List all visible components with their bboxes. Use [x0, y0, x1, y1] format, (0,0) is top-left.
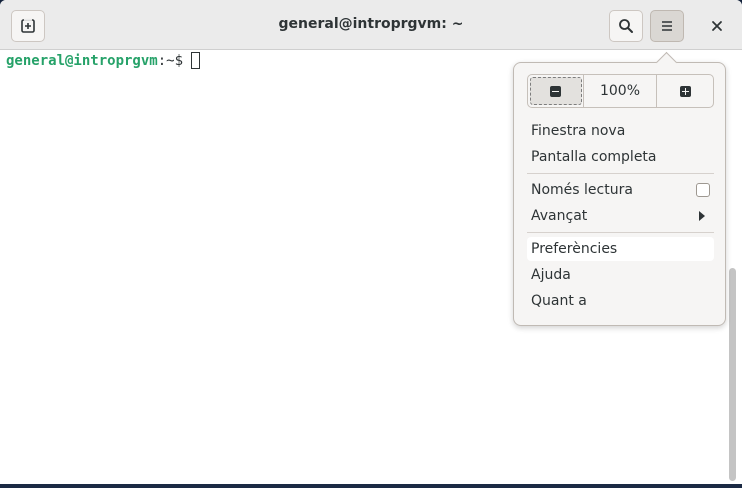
- main-menu-popover: 100% Finestra nova Pantalla completa Nom…: [513, 62, 726, 326]
- search-icon: [619, 19, 633, 33]
- menu-item-preferences[interactable]: Preferències: [527, 237, 714, 261]
- shell-prompt: general@introprgvm:~$: [6, 52, 201, 70]
- menu-item-label: Pantalla completa: [531, 149, 657, 165]
- desktop-background: [0, 484, 742, 488]
- zoom-controls: 100%: [527, 74, 714, 108]
- read-only-checkbox[interactable]: [696, 183, 710, 197]
- menu-separator: [527, 173, 714, 174]
- menu-button[interactable]: [650, 10, 684, 42]
- menu-item-about[interactable]: Quant a: [527, 289, 714, 313]
- close-icon: [712, 21, 722, 31]
- menu-item-label: Només lectura: [531, 182, 633, 198]
- menu-item-label: Avançat: [531, 208, 588, 224]
- menu-item-label: Preferències: [531, 241, 618, 257]
- menu-item-advanced[interactable]: Avançat: [527, 204, 714, 228]
- prompt-dollar: $: [174, 53, 184, 69]
- hamburger-menu-icon: [662, 21, 672, 31]
- zoom-out-button[interactable]: [528, 75, 584, 107]
- prompt-user-host: general@introprgvm: [6, 53, 158, 69]
- zoom-in-button[interactable]: [657, 75, 713, 107]
- close-button[interactable]: [702, 10, 732, 42]
- menu-item-help[interactable]: Ajuda: [527, 263, 714, 287]
- menu-separator: [527, 232, 714, 233]
- menu-item-label: Ajuda: [531, 267, 571, 283]
- text-cursor: [191, 52, 201, 69]
- title-bar: general@introprgvm: ~: [0, 0, 742, 50]
- menu-item-label: Quant a: [531, 293, 587, 309]
- zoom-level[interactable]: 100%: [584, 75, 657, 107]
- zoom-out-focus: [529, 77, 582, 105]
- menu-item-fullscreen[interactable]: Pantalla completa: [527, 145, 714, 169]
- prompt-colon: :: [157, 53, 167, 69]
- zoom-out-icon: [550, 85, 561, 97]
- prompt-path: ~: [166, 53, 175, 69]
- zoom-in-icon: [679, 85, 691, 97]
- menu-item-read-only[interactable]: Només lectura: [527, 178, 714, 202]
- submenu-arrow-icon: [699, 211, 705, 221]
- menu-item-label: Finestra nova: [531, 123, 626, 139]
- search-button[interactable]: [609, 10, 643, 42]
- scrollbar[interactable]: [729, 268, 736, 481]
- menu-item-new-window[interactable]: Finestra nova: [527, 119, 714, 143]
